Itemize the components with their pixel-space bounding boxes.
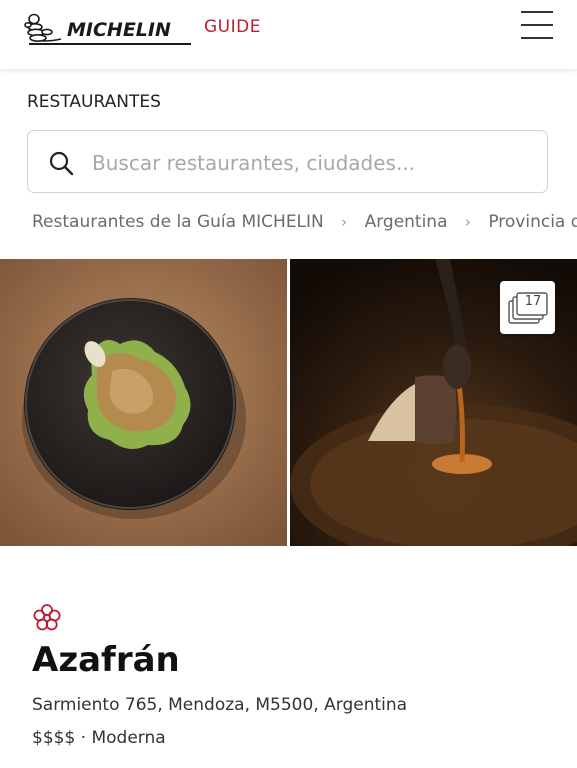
hamburger-menu-icon[interactable] xyxy=(521,11,555,41)
photo-count-button[interactable]: 17 xyxy=(500,281,555,334)
restaurant-name: Azafrán xyxy=(32,640,180,680)
breadcrumb: Restaurantes de la Guía MICHELIN › Argen… xyxy=(32,212,577,240)
section-label: RESTAURANTES xyxy=(27,92,161,112)
dish-plate-photo[interactable] xyxy=(0,259,287,546)
photo-count: 17 xyxy=(524,294,542,309)
michelin-star-icon xyxy=(33,604,61,631)
michelin-wordmark: MICHELIN xyxy=(67,19,171,41)
search-icon xyxy=(49,151,74,176)
chevron-right-icon: › xyxy=(341,213,348,231)
restaurant-address: Sarmiento 765, Mendoza, M5500, Argentina xyxy=(32,695,408,715)
photo-gallery[interactable] xyxy=(0,259,577,546)
top-header: MICHELIN GUIDE xyxy=(0,0,577,69)
restaurant-meta: $$$$ · Moderna xyxy=(32,728,166,748)
breadcrumb-item-guide[interactable]: Restaurantes de la Guía MICHELIN xyxy=(32,212,324,232)
cuisine-type: Moderna xyxy=(91,728,166,748)
breadcrumb-item-province[interactable]: Provincia de Mendoza xyxy=(488,212,577,232)
search-box[interactable] xyxy=(27,130,548,193)
chevron-right-icon: › xyxy=(464,213,471,231)
search-input[interactable] xyxy=(90,143,534,183)
bibendum-icon: MICHELIN xyxy=(24,13,191,45)
guide-label: GUIDE xyxy=(204,17,261,37)
breadcrumb-item-country[interactable]: Argentina xyxy=(365,212,448,232)
michelin-logo[interactable]: MICHELIN xyxy=(23,11,193,47)
price-level: $$$$ xyxy=(32,728,76,748)
meta-separator: · xyxy=(80,728,87,748)
